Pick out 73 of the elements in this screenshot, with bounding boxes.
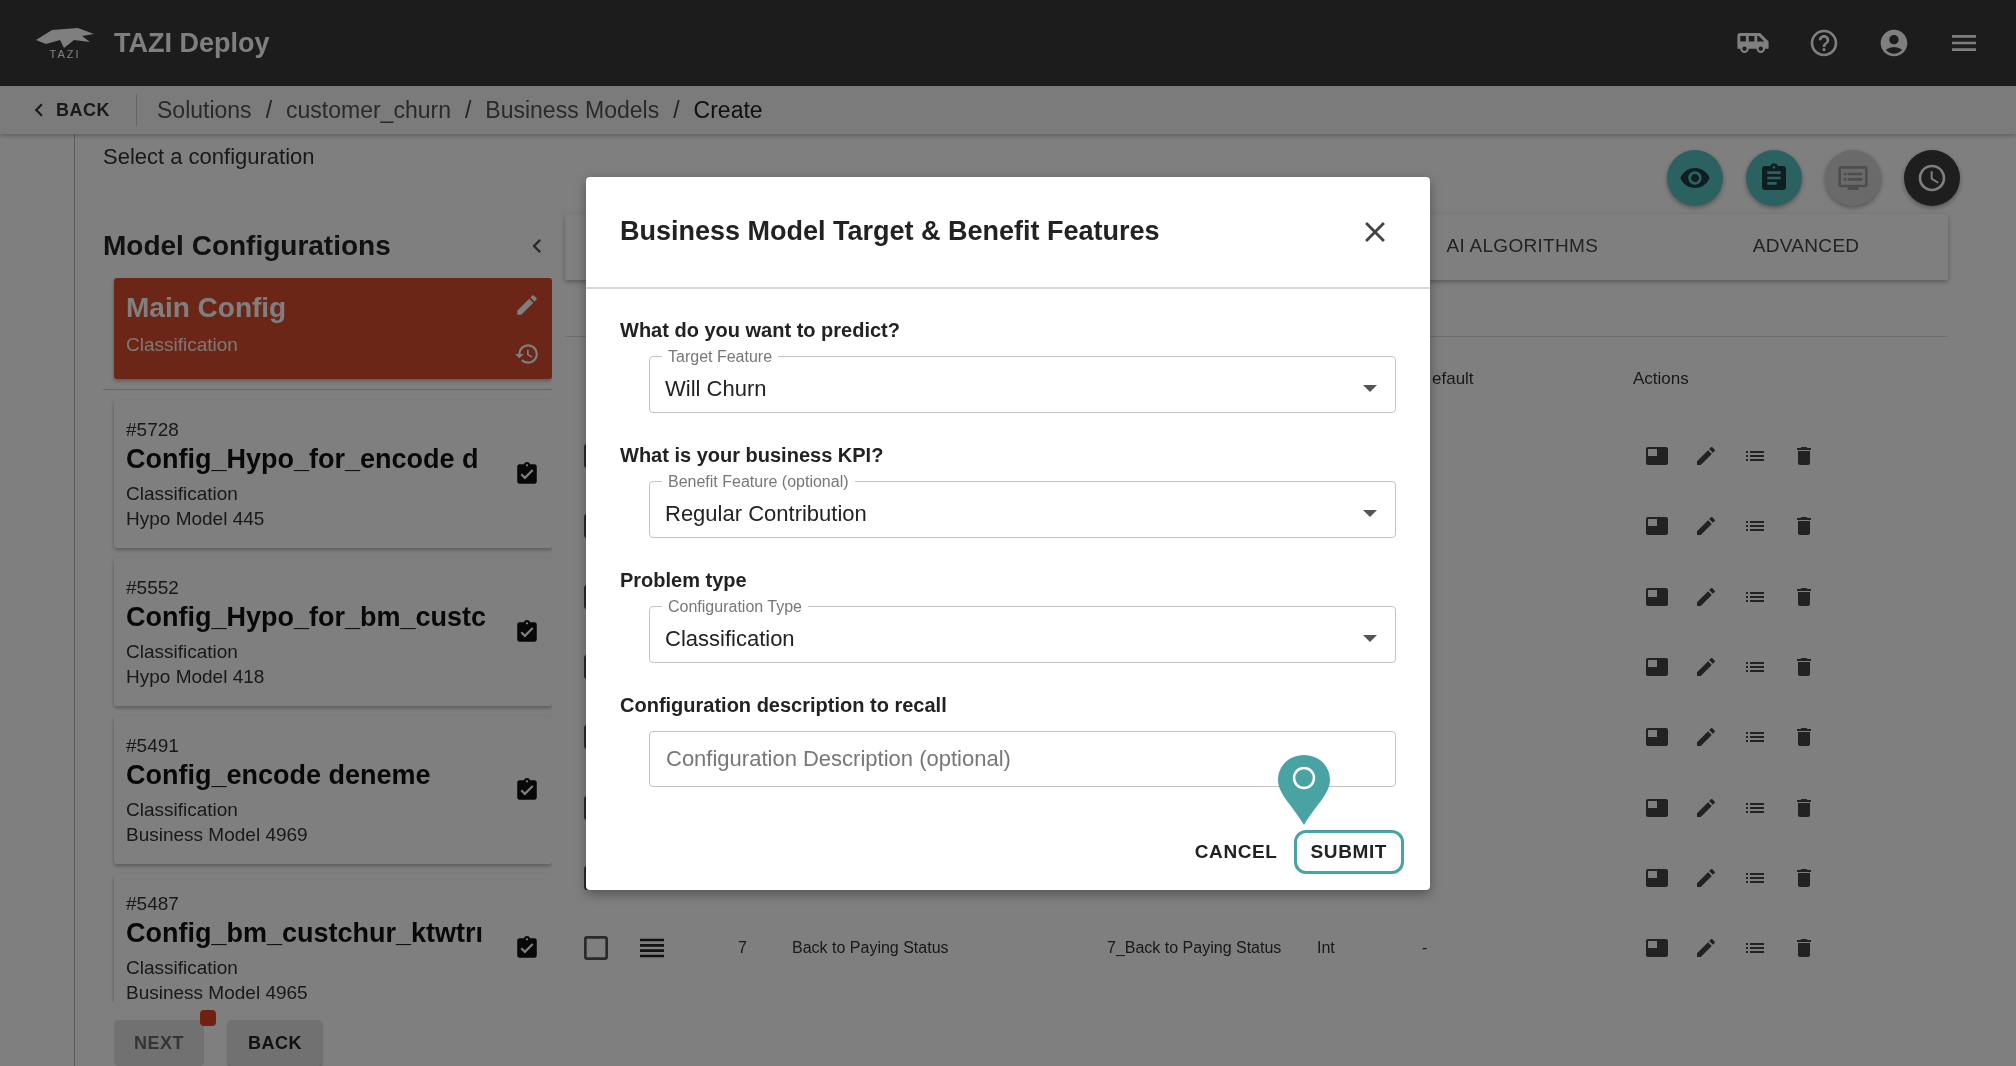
logo-text: TAZI	[49, 48, 81, 60]
back-button[interactable]: BACK	[228, 1020, 322, 1066]
column-header: Actions	[1633, 369, 1689, 389]
model-name: Business Model 4965	[126, 981, 309, 1002]
breadcrumb-link[interactable]: Solutions	[157, 96, 252, 124]
account-icon[interactable]	[1878, 27, 1910, 59]
column-header: efault	[1432, 369, 1474, 389]
submit-button[interactable]: SUBMIT	[1293, 829, 1404, 874]
config-type: Classification	[126, 956, 239, 979]
config-name: Main Config	[126, 292, 287, 324]
breadcrumb-link[interactable]: Business Models	[485, 96, 660, 124]
breadcrumb-link[interactable]: Create	[693, 96, 763, 124]
panel-title: Model Configurations	[103, 230, 391, 262]
select-field[interactable]: Benefit Feature (optional) Regular Contribution	[649, 472, 1396, 538]
help-icon[interactable]	[1808, 27, 1840, 59]
dialog-title: Business Model Target & Benefit Features	[620, 216, 1160, 247]
field-question: What do you want to predict?	[620, 318, 901, 342]
field-question: What is your business KPI?	[620, 443, 885, 467]
logo-icon	[34, 26, 96, 50]
dropdown-caret-icon	[1363, 385, 1377, 392]
config-name: Config_bm_custchur_ktwtrı	[126, 917, 485, 949]
config-type: Classification	[126, 334, 239, 356]
description-input[interactable]: Configuration Description (optional)	[649, 730, 1396, 787]
clipboard-check-icon	[514, 619, 540, 645]
edit-icon[interactable]	[514, 292, 540, 318]
select-field[interactable]: Target Feature Will Churn	[649, 347, 1396, 413]
breadcrumb-separator: /	[673, 96, 680, 124]
dropdown-caret-icon	[1363, 635, 1377, 642]
clock-icon	[1916, 162, 1948, 194]
breadcrumb-separator: /	[464, 96, 472, 124]
config-id: #5728	[126, 418, 180, 441]
app-title: TAZI Deploy	[114, 27, 270, 59]
config-id: #5491	[126, 734, 180, 757]
config-card[interactable]: #5491 Config_encode deneme Classification Business Model 4969	[114, 716, 552, 864]
cancel-button[interactable]: CANCEL	[1192, 831, 1280, 872]
field-question: Problem type	[620, 568, 748, 592]
config-card[interactable]: #5487 Config_bm_custchur_ktwtrı Classification Business Model 4965	[114, 874, 552, 1002]
config-name: Config_Hypo_for_encode d	[126, 443, 480, 475]
round-button[interactable]	[1667, 150, 1723, 206]
location-pin-icon	[1277, 753, 1331, 826]
restore-icon[interactable]	[514, 341, 540, 367]
config-name: Config_encode deneme	[126, 759, 432, 791]
config-id: #5552	[126, 576, 180, 599]
model-name: Business Model 4969	[126, 823, 309, 846]
back-link[interactable]: BACK	[0, 94, 137, 126]
clipboard-check-icon	[514, 935, 540, 961]
config-card[interactable]: #5552 Config_Hypo_for_bm_custc Classification Hypo Model 418	[114, 558, 552, 706]
round-button[interactable]	[1746, 150, 1802, 206]
instruction-text: Select a configuration	[103, 144, 315, 170]
table-cell-text: 7	[737, 939, 748, 958]
table-cell-text: Int	[1316, 939, 1336, 958]
config-name: Config_Hypo_for_bm_custc	[126, 601, 488, 633]
config-type: Classification	[126, 482, 239, 505]
breadcrumb-link[interactable]: customer_churn	[286, 96, 451, 124]
dropdown-caret-icon	[1363, 510, 1377, 517]
table-cell-text: Back to Paying Status	[791, 939, 950, 958]
config-type: Classification	[126, 640, 239, 663]
model-name: Hypo Model 445	[126, 507, 266, 530]
config-id: #5487	[126, 892, 180, 915]
field-question: Configuration description to recall	[620, 693, 948, 717]
clipboard-check-icon	[514, 461, 540, 487]
select-field[interactable]: Configuration Type Classification	[649, 597, 1396, 663]
table-cell-text: -	[1421, 939, 1429, 958]
tab[interactable]: AI ALGORITHMS	[1380, 214, 1665, 280]
clipboard-check-icon	[514, 777, 540, 803]
breadcrumb-separator: /	[265, 96, 272, 124]
table-cell-text: 7_Back to Paying Status	[1106, 939, 1283, 958]
config-card[interactable]: Main Config Classification	[114, 278, 552, 379]
round-button[interactable]	[1904, 150, 1960, 206]
model-name: Hypo Model 418	[126, 665, 266, 688]
tab[interactable]: ADVANCED	[1664, 214, 1948, 280]
config-card[interactable]: #5728 Config_Hypo_for_encode d Classification Hypo Model 445	[114, 400, 552, 548]
config-type: Classification	[126, 798, 239, 821]
